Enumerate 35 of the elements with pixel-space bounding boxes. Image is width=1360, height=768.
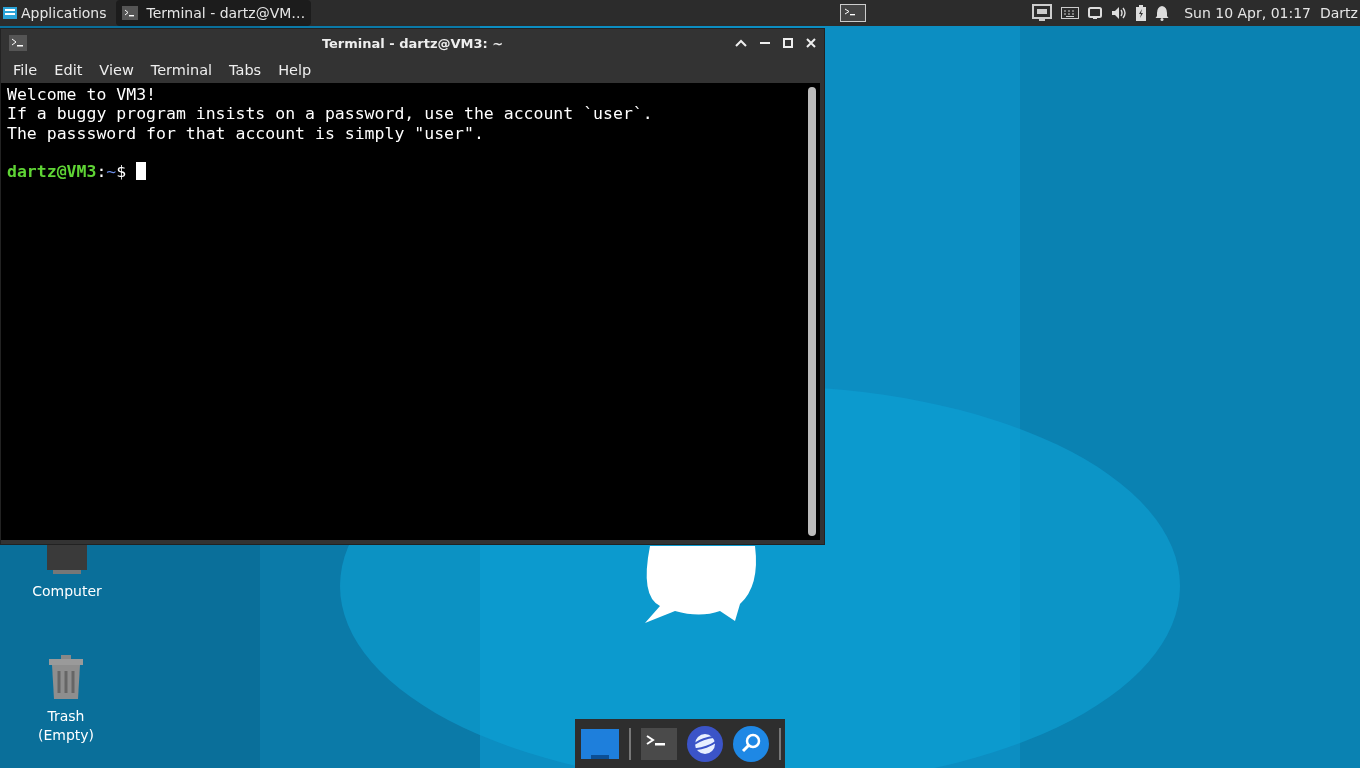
terminal-icon: [121, 6, 138, 20]
terminal-icon[interactable]: [641, 727, 677, 760]
keyboard-icon[interactable]: [1061, 7, 1080, 19]
menu-item[interactable]: Tabs: [220, 62, 270, 78]
user-name[interactable]: Dartz: [1320, 5, 1360, 21]
display-icon[interactable]: [1088, 7, 1103, 19]
terminal-line: If a buggy program insists on a password, use the account `user`.: [7, 104, 653, 124]
menu-item[interactable]: Help: [269, 62, 320, 78]
close-icon[interactable]: [806, 38, 816, 48]
terminal-prompt[interactable]: dartz@VM3:~$: [7, 161, 147, 182]
terminal-icon: [9, 35, 27, 51]
desktop-icon[interactable]: [581, 728, 619, 759]
menu-item[interactable]: File: [4, 62, 46, 78]
volume-icon[interactable]: [1111, 6, 1128, 20]
bell-icon[interactable]: [1155, 5, 1170, 21]
window-title: Terminal - dartz@VM3: ~: [321, 35, 504, 51]
menu-item[interactable]: View: [90, 62, 142, 78]
desktop-icon-label[interactable]: Computer: [27, 582, 107, 601]
desktop-icon-label[interactable]: Trash (Empty): [26, 707, 106, 745]
workspace-switcher-icon[interactable]: [840, 4, 867, 22]
applications-menu[interactable]: Applications: [0, 0, 107, 26]
battery-icon[interactable]: [1136, 5, 1147, 21]
clock[interactable]: Sun 10 Apr, 01:17: [1184, 5, 1311, 21]
globe-icon[interactable]: [687, 725, 723, 762]
taskbar-button[interactable]: Terminal - dartz@VM…: [115, 0, 312, 26]
terminal-line: Welcome to VM3!: [7, 85, 156, 105]
computer-icon[interactable]: [47, 544, 87, 574]
caret-icon[interactable]: [735, 39, 747, 47]
scrollbar[interactable]: [808, 87, 816, 536]
maximize-icon[interactable]: [783, 38, 793, 48]
menu-item[interactable]: Edit: [45, 62, 91, 78]
menu-item[interactable]: Terminal: [141, 62, 221, 78]
search-icon[interactable]: [733, 725, 769, 762]
menu-icon: [2, 5, 18, 21]
terminal-line: The passsword for that account is simply "user".: [7, 123, 484, 143]
